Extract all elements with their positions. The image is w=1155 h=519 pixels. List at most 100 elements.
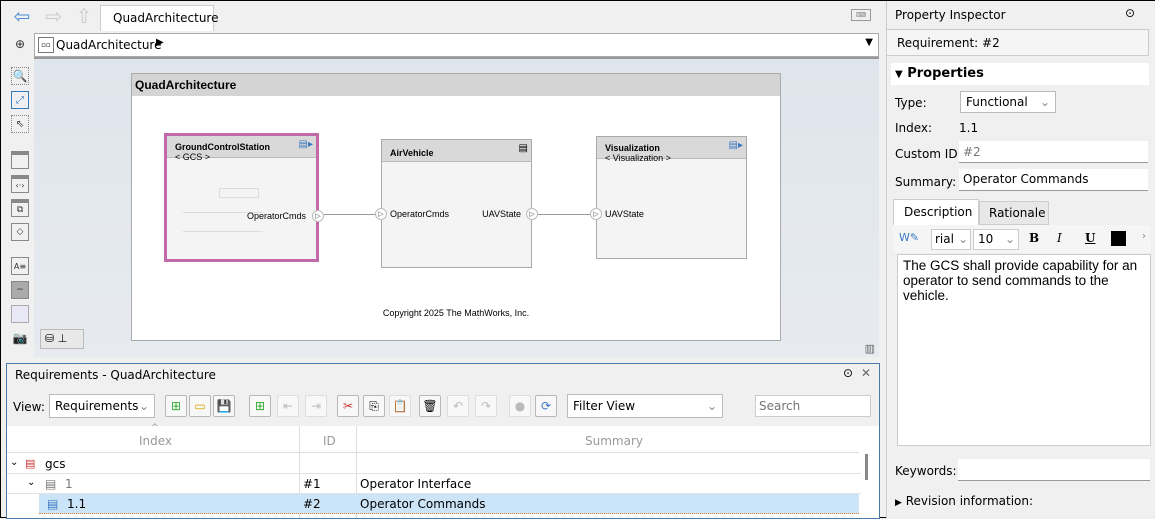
connector-operatorcmds[interactable] bbox=[324, 214, 380, 215]
delete-icon[interactable]: 🗑 bbox=[419, 395, 441, 417]
cut-icon[interactable]: ✂ bbox=[337, 395, 359, 417]
port-label: UAVState bbox=[605, 209, 644, 219]
variant-component-icon[interactable]: ⧉ bbox=[11, 199, 29, 217]
editor-toolbar: W✎ rial ⌄ 10 ⌄ B I U › bbox=[893, 225, 1151, 253]
component-airvehicle[interactable]: AirVehicle ▤ ▷ OperatorCmds UAVState ▷ bbox=[375, 139, 538, 268]
tab-quadarchitecture[interactable]: QuadArchitecture bbox=[100, 5, 219, 31]
view-toggle[interactable]: ⛁ ⊥ bbox=[40, 329, 84, 349]
view-select[interactable]: Requirements ⌄ bbox=[49, 394, 155, 418]
hide-panel-icon[interactable]: ⊕ bbox=[11, 35, 29, 53]
component-visualization[interactable]: Visualization < Visualization > ▤▸ ▷ UAVS… bbox=[590, 136, 747, 259]
chevron-down-icon: ⌄ bbox=[706, 399, 717, 413]
component-groundcontrolstation[interactable]: GroundControlStation < GCS > ▤▸ OperatorC… bbox=[164, 133, 324, 262]
expand-icon[interactable]: ⌄ bbox=[10, 457, 18, 468]
table-row-selected[interactable]: ▤ 1.1 #2 Operator Commands bbox=[39, 494, 859, 514]
zoom-icon[interactable]: 🔍 bbox=[11, 67, 29, 85]
nav-toolbar: ⇦ ⇨ ⇧ QuadArchitecture ⌨ bbox=[1, 1, 883, 31]
table-row[interactable]: ⌄ ▤ 1 #1 Operator Interface bbox=[7, 474, 861, 494]
left-palette: ⊕ 🔍 ⤢ ⇖ ‹·› ⧉ ◇ A≡ ~ 📷 bbox=[1, 31, 34, 357]
keywords-field[interactable] bbox=[958, 459, 1150, 481]
sort-icon[interactable]: ^ bbox=[151, 423, 159, 433]
copy-icon[interactable]: ⎘ bbox=[363, 395, 385, 417]
overview-icon[interactable]: ▥ bbox=[865, 342, 875, 355]
diagram-canvas[interactable]: QuadArchitecture GroundControlStation < G… bbox=[34, 57, 879, 357]
fit-to-view-icon[interactable]: ⤢ bbox=[11, 91, 29, 109]
indent-icon[interactable]: ⇥ bbox=[305, 395, 327, 417]
port-in-icon[interactable]: ▷ bbox=[590, 208, 602, 220]
expand-icon[interactable]: ⌄ bbox=[27, 477, 35, 488]
redo-icon[interactable]: ↷ bbox=[475, 395, 497, 417]
port-label: UAVState bbox=[482, 209, 521, 219]
text-color-button[interactable] bbox=[1111, 231, 1126, 246]
close-icon[interactable]: ✕ bbox=[861, 366, 871, 380]
type-select[interactable]: Functional ⌄ bbox=[960, 91, 1056, 113]
chevron-down-icon: ⌄ bbox=[957, 232, 968, 246]
new-requirement-set-icon[interactable]: ⊞ bbox=[165, 395, 187, 417]
column-header-index[interactable]: Index bbox=[139, 434, 172, 448]
chevron-down-icon: ⌄ bbox=[138, 399, 149, 413]
adapter-icon[interactable]: ◇ bbox=[11, 223, 29, 241]
up-arrow-icon[interactable]: ⇧ bbox=[73, 4, 95, 28]
port-label: OperatorCmds bbox=[390, 209, 450, 219]
more-icon[interactable]: › bbox=[1142, 231, 1146, 242]
refresh-icon[interactable]: ⟳ bbox=[535, 395, 557, 417]
connector-uavstate[interactable] bbox=[538, 214, 594, 215]
font-size-select[interactable]: 10 ⌄ bbox=[973, 229, 1019, 250]
paste-icon[interactable]: 📋 bbox=[389, 395, 411, 417]
underline-button[interactable]: U bbox=[1085, 231, 1095, 245]
forward-arrow-icon[interactable]: ⇨ bbox=[41, 4, 67, 28]
port-label: OperatorCmds bbox=[246, 211, 306, 221]
breadcrumb[interactable]: QuadArchitecture bbox=[56, 38, 162, 52]
reference-component-icon[interactable]: ‹·› bbox=[11, 175, 29, 193]
port-out-icon[interactable]: ▷ bbox=[526, 208, 538, 220]
tab-rationale[interactable]: Rationale bbox=[979, 201, 1049, 225]
address-bar[interactable]: ▫▫ QuadArchitecture ▶ ▼ bbox=[34, 33, 879, 57]
word-edit-icon[interactable]: W✎ bbox=[899, 231, 919, 244]
column-header-id[interactable]: ID bbox=[323, 434, 336, 448]
inspector-header: Requirement: #2 bbox=[887, 29, 1149, 56]
add-requirement-icon[interactable]: ⊞ bbox=[249, 395, 271, 417]
summary-field[interactable]: Operator Commands bbox=[959, 169, 1148, 191]
annotation-icon[interactable]: A≡ bbox=[11, 257, 29, 275]
back-arrow-icon[interactable]: ⇦ bbox=[9, 4, 35, 28]
port-in-icon[interactable]: ▷ bbox=[375, 208, 387, 220]
column-header-summary[interactable]: Summary bbox=[585, 434, 643, 448]
vertical-scrollbar[interactable] bbox=[865, 454, 868, 480]
search-input[interactable] bbox=[755, 395, 871, 417]
undo-icon[interactable]: ↶ bbox=[447, 395, 469, 417]
bold-button[interactable]: B bbox=[1029, 231, 1039, 245]
panel-menu-icon[interactable]: ⊙ bbox=[843, 366, 853, 380]
table-row[interactable]: ⌄ ▤ gcs bbox=[7, 454, 861, 474]
dropdown-icon[interactable]: ▼ bbox=[865, 37, 873, 48]
filter-view-select[interactable]: Filter View ⌄ bbox=[567, 394, 723, 418]
chevron-down-icon: ⌄ bbox=[1004, 232, 1015, 246]
font-select[interactable]: rial ⌄ bbox=[931, 229, 971, 250]
keyboard-icon[interactable]: ⌨ bbox=[851, 9, 871, 21]
inspector-title: Property Inspector bbox=[895, 8, 1006, 22]
panel-menu-icon[interactable]: ⊙ bbox=[1125, 6, 1135, 20]
expand-icon: ▶ bbox=[895, 498, 902, 508]
port-out-icon[interactable]: ▷ bbox=[312, 210, 324, 222]
italic-button[interactable]: I bbox=[1057, 231, 1062, 245]
image-icon[interactable]: ~ bbox=[11, 281, 29, 299]
camera-icon[interactable]: 📷 bbox=[11, 329, 29, 347]
requirement-badge-icon: ▤▸ bbox=[298, 139, 313, 150]
open-folder-icon[interactable]: ▭ bbox=[189, 395, 211, 417]
revision-information-section[interactable]: ▶ Revision information: bbox=[895, 494, 1033, 508]
outdent-icon[interactable]: ⇤ bbox=[277, 395, 299, 417]
copyright-text: Copyright 2025 The MathWorks, Inc. bbox=[382, 308, 530, 318]
verify-icon[interactable]: ● bbox=[509, 395, 531, 417]
component-icon[interactable] bbox=[11, 151, 29, 169]
requirement-set-icon: ▤ bbox=[25, 457, 36, 470]
save-icon[interactable]: 💾 bbox=[213, 395, 235, 417]
requirements-table: ^ Index ID Summary ⌄ ▤ gcs ⌄ ▤ 1 #1 Oper… bbox=[7, 423, 879, 518]
description-editor[interactable]: The GCS shall provide capability for an … bbox=[897, 254, 1151, 446]
select-icon[interactable]: ⇖ bbox=[11, 115, 29, 133]
architecture-model-icon: ▫▫ bbox=[38, 37, 54, 53]
custom-id-field[interactable] bbox=[959, 141, 1148, 163]
properties-section[interactable]: ▼ Properties bbox=[891, 63, 1149, 85]
requirement-badge-icon: ▤ bbox=[518, 143, 528, 154]
tab-description[interactable]: Description bbox=[893, 199, 979, 225]
area-icon[interactable] bbox=[11, 305, 29, 323]
breadcrumb-arrow-icon[interactable]: ▶ bbox=[156, 37, 164, 48]
